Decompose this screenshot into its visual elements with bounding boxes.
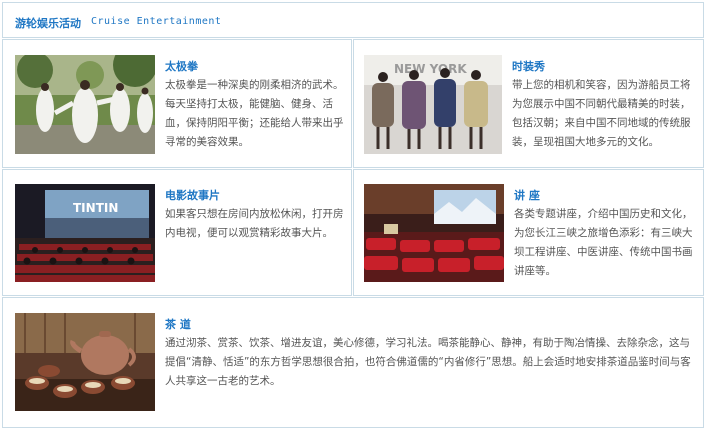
card-description: 通过沏茶、赏茶、饮茶、增进友谊，美心修德，学习礼法。喝茶能静心、静神，有助于陶冶… <box>165 337 691 387</box>
card-lecture: 讲 座 各类专题讲座，介绍中国历史和文化，为您长江三峡之旅增色添彩：有三峡大坝工… <box>353 169 704 296</box>
fashion-show-photo[interactable]: NEW YORK <box>364 55 502 154</box>
section-header: 游轮娱乐活动 Cruise Entertainment <box>2 2 704 38</box>
card-title: 讲 座 <box>514 189 540 202</box>
card-title: 电影故事片 <box>165 189 220 202</box>
card-description: 各类专题讲座，介绍中国历史和文化，为您长江三峡之旅增色添彩：有三峡大坝工程讲座、… <box>514 208 693 277</box>
cinema-photo[interactable]: TINTIN <box>15 184 155 282</box>
card-description: 如果客只想在房间内放松休闲，打开房内电视，便可以观赏精彩故事大片。 <box>165 208 344 239</box>
card-title: 茶 道 <box>165 318 191 331</box>
card-taiji: 太极拳 太极拳是一种深奥的刚柔相济的武术。每天坚持打太极，能健脑、健身、活血，保… <box>2 39 352 168</box>
section-title-cn: 游轮娱乐活动 <box>15 17 81 30</box>
card-title: 太极拳 <box>165 60 198 73</box>
card-description: 带上您的相机和笑容，因为游船员工将为您展示中国不同朝代最精美的时装，包括汉朝；来… <box>512 79 691 148</box>
fashion-show-photo-sign: NEW YORK <box>394 62 467 76</box>
card-title: 时装秀 <box>512 60 545 73</box>
card-tea-ceremony: 茶 道 通过沏茶、赏茶、饮茶、增进友谊，美心修德，学习礼法。喝茶能静心、静神，有… <box>2 297 704 428</box>
card-movie: TINTIN 电影故事片 如果客只想在房间内放松休闲，打开房内电视，便可以观赏精… <box>2 169 352 296</box>
tea-set-photo[interactable] <box>15 313 155 411</box>
card-description: 太极拳是一种深奥的刚柔相济的武术。每天坚持打太极，能健脑、健身、活血，保持阴阳平… <box>165 79 344 148</box>
card-fashion-show: NEW YORK 时装秀 带上您的相机和笑容，因为游船员工将为您展示中国不同朝代… <box>353 39 704 168</box>
tai-chi-photo[interactable] <box>15 55 155 154</box>
cinema-photo-screen-text: TINTIN <box>73 201 118 215</box>
section-title-en: Cruise Entertainment <box>91 16 222 27</box>
lecture-hall-photo[interactable] <box>364 184 504 282</box>
